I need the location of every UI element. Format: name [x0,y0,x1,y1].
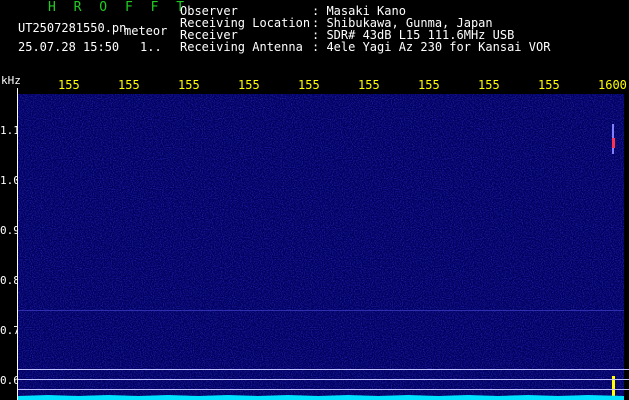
time-label-6: 155 [358,78,380,92]
reference-line-upper [18,369,629,370]
time-label-9: 155 [538,78,560,92]
time-label-2: 155 [118,78,140,92]
header-panel: H R O F F T UT2507281550.pn meteor 25.07… [0,0,629,74]
datetime-label: 25.07.28 15:50 [18,40,120,54]
reference-line-middle [18,379,629,380]
freq-label-1-1: 1.1 [0,124,20,137]
artifact-line [18,310,624,311]
index-label: 1.. [140,40,162,54]
app-title: H R O F F T [48,0,190,15]
freq-label-1-0: 1.0 [0,174,20,187]
time-label-1: 155 [58,78,80,92]
info-value-antenna: : 4ele Yagi Az 230 for Kansai VOR [312,40,551,54]
filename-label: UT2507281550.pn [18,21,127,35]
time-label-7: 155 [418,78,440,92]
time-label-3: 155 [178,78,200,92]
freq-label-0-8: 0.8 [0,274,20,287]
mode-label: meteor [124,24,168,38]
meteor-echo-core [612,138,615,148]
reference-line-lower [18,389,629,390]
time-label-8: 155 [478,78,500,92]
freq-label-0-9: 0.9 [0,224,20,237]
time-label-5: 155 [298,78,320,92]
spectrogram-plot [18,94,624,400]
freq-label-0-7: 0.7 [0,324,20,337]
frequency-unit-label: kHz [1,74,21,87]
time-label-4: 155 [238,78,260,92]
spectrogram-noise [18,94,624,400]
freq-label-0-6: 0.6 [0,374,20,387]
info-label-antenna: Receiving Antenna [180,40,303,54]
time-label-10: 1600 [598,78,627,92]
